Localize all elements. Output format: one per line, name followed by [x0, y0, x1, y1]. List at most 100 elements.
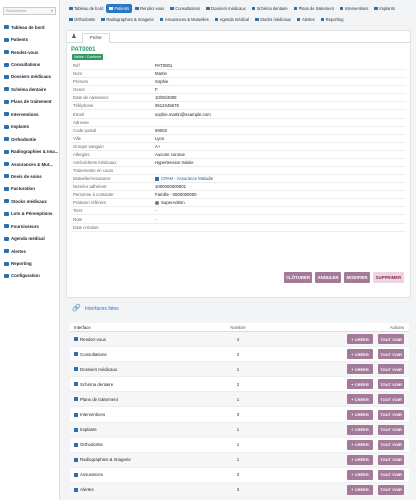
field-row-tiers: Tiers - [71, 207, 406, 216]
tab-plans-de-traitement[interactable]: Plans de traitement [291, 4, 337, 13]
tab-tableau-de-bord[interactable]: Tableau de bord [66, 4, 106, 13]
sidebar-item-lots-peremptions[interactable]: Lots & Péremptions [0, 208, 59, 220]
sidebar-item-orthodontie[interactable]: Orthodontie [0, 133, 59, 145]
sidebar-item-consultations[interactable]: Consultations [0, 58, 59, 70]
create-button[interactable]: + CRÉER [347, 424, 373, 435]
sidebar-item-reporting[interactable]: Reporting [0, 257, 59, 269]
sidebar-item-stocks-medicaux[interactable]: Stocks médicaux [0, 195, 59, 207]
view-all-button[interactable]: TOUT VOIR [378, 379, 404, 390]
interface-cell: Rendez-vous [70, 337, 213, 342]
tab-dossiers-medicaux[interactable]: Dossiers médicaux [203, 4, 249, 13]
tab-agenda-medical[interactable]: Agenda médical [212, 15, 252, 24]
fournisseurs-icon [4, 224, 9, 229]
interface-link[interactable]: Implants [80, 427, 97, 432]
close-button[interactable]: CLÔTURER [284, 272, 312, 283]
table-row: Orthodontie 1 + CRÉER TOUT VOIR [70, 438, 409, 453]
tab-implants[interactable]: Implants [371, 4, 397, 13]
view-all-button[interactable]: TOUT VOIR [378, 409, 404, 420]
tab-alertes[interactable]: Alertes [294, 15, 318, 24]
tab-orthodontie[interactable]: Orthodontie [66, 15, 98, 24]
tab-radiographies-imagerie[interactable]: Radiographies & Imagerie [98, 15, 156, 24]
sidebar-item-configuration[interactable]: Configuration [0, 270, 59, 282]
create-button[interactable]: + CRÉER [347, 439, 373, 450]
sidebar-item-devis-de-soins[interactable]: Devis de soins [0, 170, 59, 182]
view-all-button[interactable]: TOUT VOIR [378, 439, 404, 450]
tab-fiche[interactable]: Fiche [82, 33, 110, 43]
sidebar-item-schema-dentaire[interactable]: Schéma dentaire [0, 83, 59, 95]
interface-link[interactable]: Orthodontie [80, 442, 103, 447]
sidebar-item-rendez-vous[interactable]: Rendez-vous [0, 46, 59, 58]
sidebar-item-facturation[interactable]: Facturation [0, 183, 59, 195]
sidebar-item-plans-de-traitement[interactable]: Plans de traitement [0, 96, 59, 108]
create-button[interactable]: + CRÉER [347, 349, 373, 360]
sidebar-item-tableau-de-bord[interactable]: Tableau de bord [0, 21, 59, 33]
sidebar-item-alertes[interactable]: Alertes [0, 245, 59, 257]
interface-link[interactable]: Interventions [80, 412, 105, 417]
create-button[interactable]: + CRÉER [347, 364, 373, 375]
sidebar-item-interventions[interactable]: Interventions [0, 108, 59, 120]
tab-patients[interactable]: Patients [106, 4, 133, 13]
view-all-button[interactable]: TOUT VOIR [378, 484, 404, 495]
create-button[interactable]: + CRÉER [347, 334, 373, 345]
view-all-button[interactable]: TOUT VOIR [378, 394, 404, 405]
create-button[interactable]: + CRÉER [347, 409, 373, 420]
create-button[interactable]: + CRÉER [347, 379, 373, 390]
interface-link[interactable]: Assurances [80, 472, 103, 477]
tab-consultations[interactable]: Consultations [167, 4, 203, 13]
sidebar-item-fournisseurs[interactable]: Fournisseurs [0, 220, 59, 232]
interface-link[interactable]: Consultations [80, 352, 107, 357]
orthodontie-icon [74, 442, 78, 447]
sidebar-menu: Tableau de bord Patients Rendez-vous Consul… [0, 21, 59, 282]
tab-interventions[interactable]: Interventions [337, 4, 371, 13]
tab-schema-dentaire[interactable]: Schéma dentaire [249, 4, 291, 13]
field-row-allergies: Allergies Aucune connue [71, 151, 406, 159]
actions-cell: + CRÉER TOUT VOIR [263, 364, 409, 375]
interface-link[interactable]: Rendez-vous [80, 337, 106, 342]
sidebar-item-patients[interactable]: Patients [0, 33, 59, 45]
dossiers-medicaux-icon [4, 74, 9, 79]
tab-label: Tableau de bord [74, 6, 104, 11]
interface-link[interactable]: Alertes [80, 487, 94, 492]
interface-cell: Alertes [70, 487, 213, 492]
tab-stocks-medicaux[interactable]: Stocks médicaux [252, 15, 294, 24]
sidebar-item-assurances-mut[interactable]: Assurances & Mut... [0, 158, 59, 170]
count-cell: 3 [236, 472, 240, 478]
actions-cell: + CRÉER TOUT VOIR [263, 424, 409, 435]
field-value-text: Aucune connue [155, 151, 185, 157]
count-cell: 4 [236, 336, 240, 342]
tab-assurances-mutuelles[interactable]: Assurances & Mutuelles [157, 15, 212, 24]
interface-link[interactable]: Dossiers médicaux [80, 367, 117, 372]
view-all-button[interactable]: TOUT VOIR [378, 349, 404, 360]
interface-link[interactable]: Schéma dentaire [80, 382, 113, 387]
tab-reporting[interactable]: Reporting [318, 15, 347, 24]
view-all-button[interactable]: TOUT VOIR [378, 334, 404, 345]
create-button[interactable]: + CRÉER [347, 469, 373, 480]
view-all-button[interactable]: TOUT VOIR [378, 424, 404, 435]
create-button[interactable]: + CRÉER [347, 454, 373, 465]
interface-cell: Plans de traitement [70, 397, 213, 402]
interface-link[interactable]: Plans de traitement [80, 397, 118, 402]
user-icon [155, 200, 159, 205]
interface-cell: Radiographies & Imagerie [70, 457, 213, 462]
delete-button[interactable]: SUPPRIMER [373, 272, 404, 283]
sidebar-item-implants[interactable]: Implants [0, 121, 59, 133]
field-label: Tiers [73, 208, 83, 214]
tab-rendez-vous[interactable]: Rendez-vous [132, 4, 167, 13]
view-all-button[interactable]: TOUT VOIR [378, 469, 404, 480]
sidebar-item-radiographies-ima[interactable]: Radiographies & Ima... [0, 145, 59, 157]
cancel-button[interactable]: ANNULER [315, 272, 341, 283]
field-value-text: Famille - 0600000000 [155, 192, 197, 198]
create-button[interactable]: + CRÉER [347, 394, 373, 405]
agenda-medical-icon [214, 17, 219, 22]
sidebar-search[interactable]: Rechercher ▾ [3, 7, 56, 15]
view-all-button[interactable]: TOUT VOIR [378, 454, 404, 465]
practitioner-link[interactable]: SuperAdmin [161, 200, 185, 205]
insurance-link[interactable]: CPAM - Assurance Maladie [161, 176, 213, 181]
field-value-text: sophie.martin@example.com [155, 111, 211, 117]
create-button[interactable]: + CRÉER [347, 484, 373, 495]
sidebar-item-dossiers-medicaux[interactable]: Dossiers médicaux [0, 71, 59, 83]
view-all-button[interactable]: TOUT VOIR [378, 364, 404, 375]
interface-link[interactable]: Radiographies & Imagerie [80, 457, 131, 462]
sidebar-item-agenda-medical[interactable]: Agenda médical [0, 232, 59, 244]
edit-button[interactable]: MODIFIER [344, 272, 370, 283]
